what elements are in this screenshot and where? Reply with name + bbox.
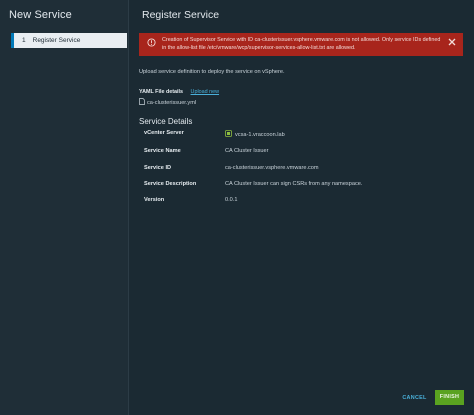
detail-value: CA Cluster Issuer	[225, 148, 269, 154]
detail-key: Service Description	[144, 181, 197, 187]
detail-value: CA Cluster Issuer can sign CSRs from any…	[225, 181, 363, 187]
main-panel: Register Service Creation of Supervisor …	[129, 0, 474, 415]
yaml-label: YAML File details	[139, 89, 184, 95]
yaml-details-row: YAML File details Upload new	[139, 89, 219, 95]
wizard-title: New Service	[9, 9, 72, 21]
detail-value: ca-clusterissuer.vsphere.vmware.com	[225, 165, 319, 171]
file-name: ca-clusterissuer.yml	[147, 100, 197, 106]
upload-description: Upload service definition to deploy the …	[139, 69, 285, 75]
cancel-button[interactable]: CANCEL	[399, 392, 430, 404]
detail-row-vcenter: vCenter Server vcsa-1.vraccoon.lab	[144, 130, 444, 140]
detail-row-service-description: Service Description CA Cluster Issuer ca…	[144, 181, 444, 191]
vcenter-icon	[225, 130, 232, 139]
detail-key: vCenter Server	[144, 130, 184, 136]
vcenter-server-value[interactable]: vcsa-1.vraccoon.lab	[235, 132, 285, 138]
section-title: Service Details	[139, 117, 193, 126]
step-number: 1	[22, 37, 26, 44]
detail-row-service-id: Service ID ca-clusterissuer.vsphere.vmwa…	[144, 165, 444, 175]
error-alert: Creation of Supervisor Service with ID c…	[139, 33, 463, 56]
detail-row-version: Version 0.0.1	[144, 197, 444, 207]
file-icon	[139, 98, 145, 107]
detail-key: Service ID	[144, 165, 172, 171]
upload-new-link[interactable]: Upload new	[191, 89, 219, 95]
step-register-service[interactable]: 1 Register Service	[11, 33, 127, 48]
close-icon[interactable]	[447, 37, 457, 47]
detail-row-service-name: Service Name CA Cluster Issuer	[144, 148, 444, 158]
detail-key: Service Name	[144, 148, 181, 154]
step-label: Register Service	[32, 37, 81, 44]
detail-key: Version	[144, 197, 165, 203]
file-row: ca-clusterissuer.yml	[139, 98, 196, 107]
error-icon	[147, 38, 156, 47]
wizard-sidebar: New Service 1 Register Service	[0, 0, 129, 415]
finish-button[interactable]: FINISH	[435, 390, 464, 405]
detail-value: 0.0.1	[225, 197, 238, 203]
page-title: Register Service	[142, 9, 220, 21]
detail-value: vcsa-1.vraccoon.lab	[225, 130, 285, 139]
alert-message: Creation of Supervisor Service with ID c…	[162, 37, 441, 51]
